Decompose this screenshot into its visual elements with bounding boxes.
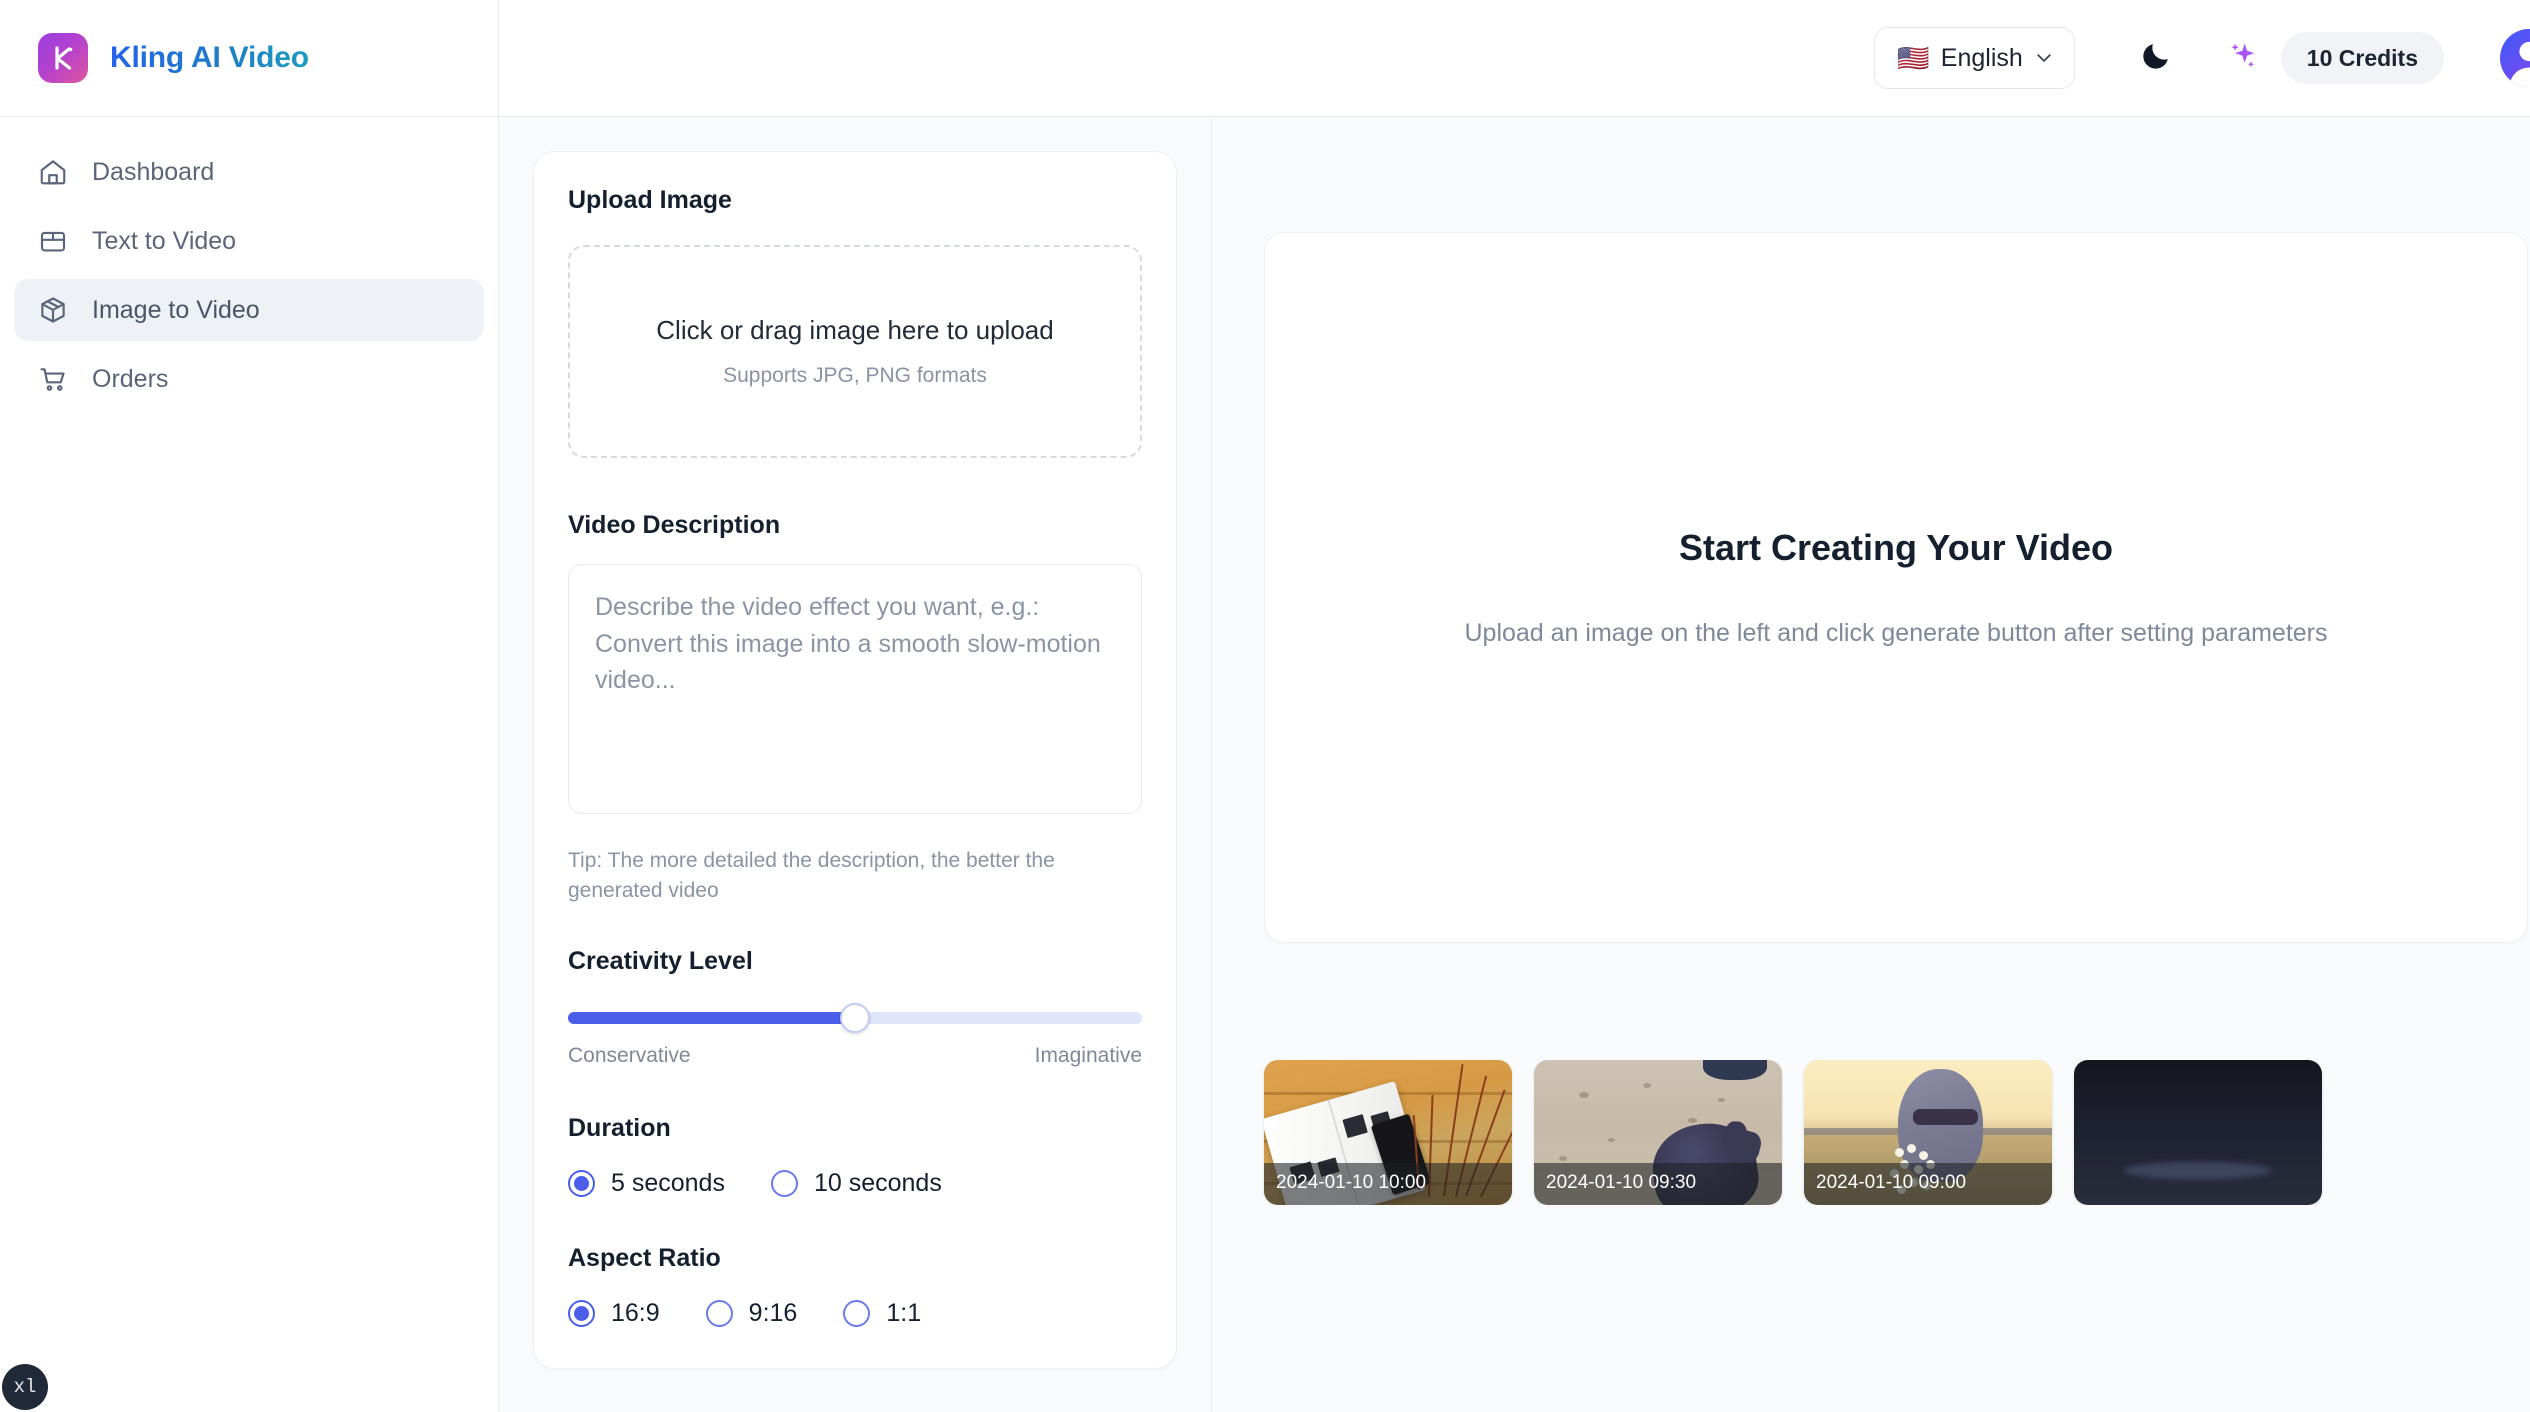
brand-title: Kling AI Video (110, 41, 309, 74)
box-3d-icon (36, 293, 70, 327)
history-item[interactable] (2074, 1060, 2322, 1205)
aspect-option-9-16[interactable]: 9:16 (705, 1298, 798, 1328)
language-label: English (1940, 43, 2023, 72)
preview-subtitle: Upload an image on the left and click ge… (1464, 619, 2328, 647)
radio-label: 9:16 (748, 1298, 798, 1327)
aspect-option-1-1[interactable]: 1:1 (843, 1299, 921, 1328)
settings-panel: Upload Image Click or drag image here to… (499, 117, 1212, 1412)
main-area: 🇺🇸 English 10 Credits Upload Image Click… (499, 0, 2530, 1412)
radio-label: 16:9 (611, 1298, 660, 1327)
duration-option-10s[interactable]: 10 seconds (770, 1168, 942, 1198)
sidebar-item-label: Orders (92, 364, 169, 393)
history-item[interactable]: 2024-01-10 10:00 (1264, 1060, 1512, 1205)
video-description-label: Video Description (568, 511, 781, 539)
video-description-input[interactable] (568, 564, 1142, 814)
workspace: Upload Image Click or drag image here to… (499, 117, 2530, 1412)
sidebar-item-image-to-video[interactable]: Image to Video (14, 279, 484, 341)
creativity-level-group: Creativity Level Conservative Imaginativ… (568, 947, 1142, 1068)
aspect-option-16-9[interactable]: 16:9 (568, 1299, 660, 1328)
duration-option-5s[interactable]: 5 seconds (568, 1169, 725, 1198)
home-icon (36, 155, 70, 189)
credits-badge[interactable]: 10 Credits (2280, 32, 2444, 84)
moon-icon (2140, 39, 2173, 77)
us-flag-icon: 🇺🇸 (1897, 43, 1930, 73)
aspect-ratio-label: Aspect Ratio (568, 1243, 721, 1272)
sidebar-item-label: Image to Video (92, 295, 260, 324)
creativity-min-label: Conservative (568, 1043, 691, 1067)
topbar: 🇺🇸 English 10 Credits (499, 0, 2530, 117)
thumbnail-image (2074, 1060, 2322, 1205)
package-icon (36, 224, 70, 258)
image-dropzone[interactable]: Click or drag image here to upload Suppo… (568, 245, 1142, 458)
sidebar-item-label: Text to Video (92, 226, 237, 255)
radio-label: 1:1 (886, 1298, 922, 1327)
radio-label: 10 seconds (813, 1168, 942, 1197)
sidebar: Kling AI Video Dashboard Text to Video I… (0, 0, 499, 1412)
history-timestamp: 2024-01-10 09:30 (1534, 1163, 1782, 1205)
history-thumbnail-strip[interactable]: 2024-01-10 10:00 2024-01-10 09:30 2024-0… (1212, 1060, 2530, 1205)
dropzone-primary-text: Click or drag image here to upload (656, 315, 1054, 345)
sidebar-item-orders[interactable]: Orders (14, 348, 484, 410)
theme-toggle-button[interactable] (2129, 30, 2185, 86)
app-root: Kling AI Video Dashboard Text to Video I… (0, 0, 2530, 1412)
creativity-slider-labels: Conservative Imaginative (568, 1044, 1142, 1068)
duration-group: Duration 5 seconds 10 seconds (568, 1114, 1142, 1198)
sparkles-icon (2226, 39, 2260, 78)
preview-placeholder-card: Start Creating Your Video Upload an imag… (1264, 232, 2528, 943)
creativity-level-label: Creativity Level (568, 946, 753, 975)
creativity-slider[interactable] (568, 1002, 1142, 1033)
dropzone-formats-text: Supports JPG, PNG formats (723, 364, 987, 387)
user-avatar[interactable] (2500, 29, 2530, 87)
upload-section-title: Upload Image (568, 186, 732, 214)
radio-indicator (770, 1169, 798, 1197)
shopping-cart-icon (36, 362, 70, 396)
brand-header[interactable]: Kling AI Video (0, 0, 498, 117)
sidebar-item-dashboard[interactable]: Dashboard (14, 141, 484, 203)
history-timestamp: 2024-01-10 09:00 (1804, 1163, 2052, 1205)
radio-indicator (705, 1299, 733, 1327)
creativity-max-label: Imaginative (1034, 1043, 1142, 1067)
creativity-slider-fill (568, 1011, 855, 1024)
chevron-down-icon (2034, 48, 2054, 68)
radio-indicator (568, 1169, 595, 1197)
settings-card: Upload Image Click or drag image here to… (533, 151, 1177, 1369)
history-timestamp: 2024-01-10 10:00 (1264, 1163, 1512, 1205)
sidebar-nav: Dashboard Text to Video Image to Video O… (0, 117, 498, 410)
description-tip: Tip: The more detailed the description, … (568, 849, 1055, 903)
duration-options: 5 seconds 10 seconds (568, 1169, 1142, 1198)
radio-indicator (843, 1299, 871, 1327)
aspect-ratio-options: 16:9 9:16 1:1 (568, 1299, 1142, 1328)
language-selector[interactable]: 🇺🇸 English (1874, 27, 2075, 89)
app-logo-icon (38, 33, 88, 83)
creativity-slider-thumb[interactable] (840, 1002, 870, 1033)
ai-sparkles-button[interactable] (2215, 30, 2271, 86)
duration-label: Duration (568, 1113, 671, 1142)
breakpoint-indicator: xl (2, 1364, 48, 1410)
radio-indicator (568, 1299, 595, 1327)
sidebar-item-label: Dashboard (92, 157, 215, 186)
sidebar-item-text-to-video[interactable]: Text to Video (14, 210, 484, 272)
history-item[interactable]: 2024-01-10 09:00 (1804, 1060, 2052, 1205)
history-item[interactable]: 2024-01-10 09:30 (1534, 1060, 1782, 1205)
preview-title: Start Creating Your Video (1678, 527, 2114, 568)
aspect-ratio-group: Aspect Ratio 16:9 9:16 1:1 (568, 1244, 1142, 1328)
preview-panel: Start Creating Your Video Upload an imag… (1212, 117, 2530, 1412)
radio-label: 5 seconds (611, 1168, 725, 1197)
